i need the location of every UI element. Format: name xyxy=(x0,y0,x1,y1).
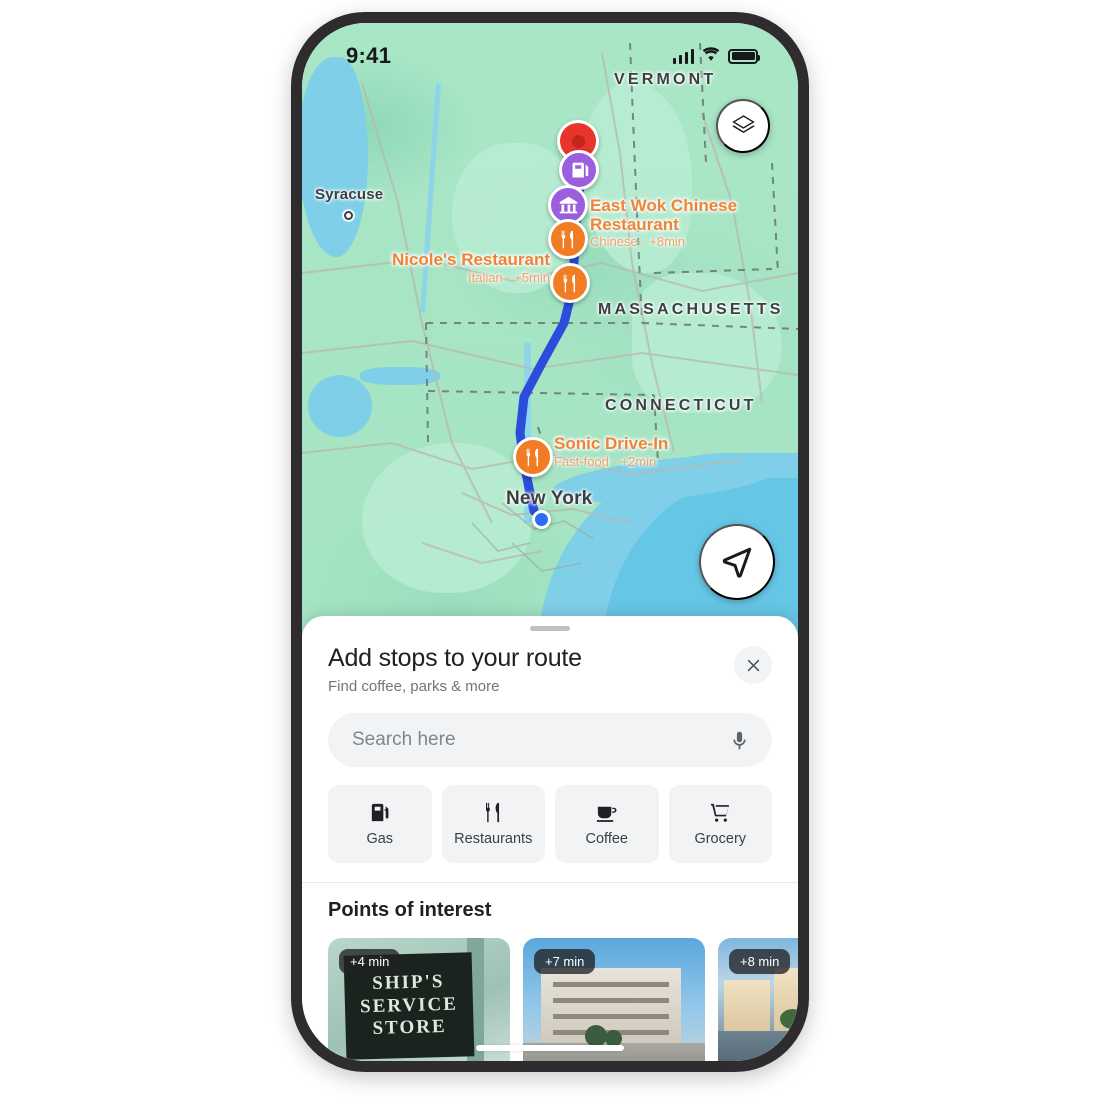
poi-card-detour-badge: +4 min xyxy=(339,949,401,974)
category-chips: Gas Restaurants Coffee Grocery xyxy=(302,767,798,863)
sheet-title: Add stops to your route xyxy=(328,644,582,672)
poi-card[interactable]: +7 min xyxy=(523,938,705,1061)
restaurant-pin-sonic[interactable] xyxy=(513,437,553,477)
sheet-subtitle: Find coffee, parks & more xyxy=(328,678,500,695)
status-bar-time: 9:41 xyxy=(346,43,392,68)
chip-coffee[interactable]: Coffee xyxy=(555,785,659,863)
sign-line-3: STORE xyxy=(372,1016,447,1040)
chip-grocery[interactable]: Grocery xyxy=(668,785,772,863)
status-bar-icons xyxy=(672,46,760,67)
search-input[interactable] xyxy=(352,729,727,751)
poi-card-detour-badge: +7 min xyxy=(534,949,596,974)
points-of-interest-section: Points of interest SHIP'S SERVICE STORE xyxy=(302,883,798,1061)
shopping-cart-icon xyxy=(710,803,729,822)
restaurant-pin-east-wok[interactable] xyxy=(548,219,588,259)
close-icon xyxy=(747,659,759,671)
recenter-navigate-button[interactable] xyxy=(699,524,775,600)
navigate-arrow-icon xyxy=(722,547,752,578)
restaurant-pin-nicoles[interactable] xyxy=(550,263,590,303)
sheet-header-text: Add stops to your route Find coffee, par… xyxy=(328,644,582,695)
gas-pump-icon xyxy=(372,803,389,822)
poi-card[interactable]: +8 min xyxy=(718,938,798,1061)
cellular-signal-icon xyxy=(672,48,694,64)
points-of-interest-title: Points of interest xyxy=(328,899,492,921)
wifi-icon xyxy=(701,46,721,67)
phone-screen: VERMONT MASSACHUSETTS CONNECTICUT Syracu… xyxy=(302,23,798,1061)
chip-label: Gas xyxy=(366,831,394,847)
voice-search-button[interactable] xyxy=(727,730,752,751)
gas-station-pin[interactable] xyxy=(559,150,599,190)
map-layers-button[interactable] xyxy=(716,99,770,153)
map-city-dot-syracuse xyxy=(344,211,353,220)
points-of-interest-carousel[interactable]: SHIP'S SERVICE STORE +4 min +7 min +8 mi… xyxy=(328,938,798,1061)
poi-card[interactable]: SHIP'S SERVICE STORE +4 min xyxy=(328,938,510,1061)
bottom-sheet[interactable]: Add stops to your route Find coffee, par… xyxy=(302,616,798,1061)
screenshot-root: VERMONT MASSACHUSETTS CONNECTICUT Syracu… xyxy=(0,0,1100,1100)
sheet-header: Add stops to your route Find coffee, par… xyxy=(302,631,798,695)
search-box[interactable] xyxy=(328,713,772,767)
poi-card-detour-badge: +8 min xyxy=(729,949,791,974)
chip-label: Restaurants xyxy=(454,831,533,847)
phone-frame: VERMONT MASSACHUSETTS CONNECTICUT Syracu… xyxy=(291,12,809,1072)
sign-line-1: SHIP'S xyxy=(371,970,445,994)
close-sheet-button[interactable] xyxy=(734,646,772,684)
chip-label: Coffee xyxy=(585,831,628,847)
fork-knife-icon xyxy=(485,802,499,823)
chip-label: Grocery xyxy=(694,831,747,847)
sign-line-2: SERVICE xyxy=(359,993,459,1017)
chip-gas[interactable]: Gas xyxy=(328,785,432,863)
status-bar: 9:41 xyxy=(302,23,798,77)
search-row xyxy=(302,695,798,767)
coffee-cup-icon xyxy=(597,806,617,822)
battery-full-icon xyxy=(728,48,760,64)
chip-restaurants[interactable]: Restaurants xyxy=(441,785,545,863)
microphone-icon xyxy=(733,731,746,749)
current-location-dot xyxy=(532,510,551,529)
layers-icon xyxy=(731,114,755,133)
home-indicator xyxy=(476,1045,624,1051)
